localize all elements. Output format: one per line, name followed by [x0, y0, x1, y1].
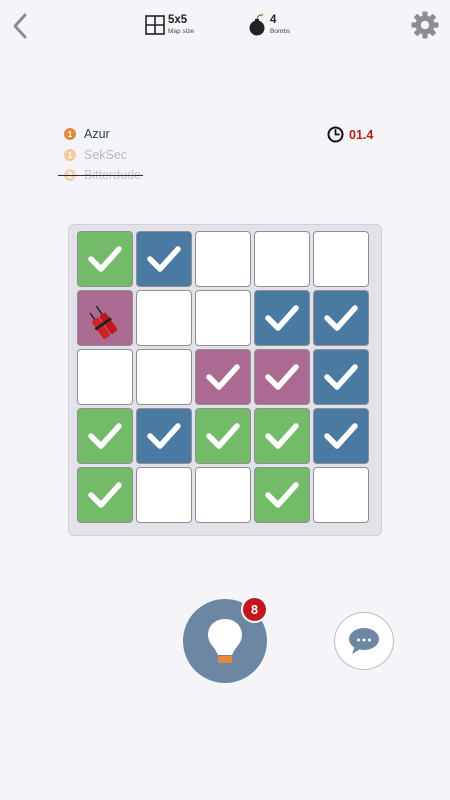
checkmark-icon [206, 423, 240, 449]
board-cell-empty[interactable] [136, 349, 192, 405]
bombs-info: 4 Bombs [249, 13, 290, 37]
checkmark-icon [88, 423, 122, 449]
settings-button[interactable] [410, 10, 440, 40]
dynamite-icon [89, 305, 118, 339]
checkmark-icon [324, 423, 358, 449]
board-cell-green[interactable] [77, 408, 133, 464]
board-cell-blue[interactable] [313, 349, 369, 405]
bomb-icon [249, 13, 265, 36]
board-cell-green[interactable] [254, 467, 310, 523]
board-cell-purple[interactable] [195, 349, 251, 405]
timer-value: 01.4 [349, 127, 374, 142]
board-cell-empty[interactable] [195, 290, 251, 346]
chevron-left-icon [13, 13, 27, 39]
checkmark-icon [265, 423, 299, 449]
board-cell-empty[interactable] [313, 231, 369, 287]
game-board [68, 224, 382, 536]
board-cell-green[interactable] [77, 231, 133, 287]
chat-bubble-icon [349, 628, 379, 654]
checkmark-icon [147, 423, 181, 449]
board-cell-blue[interactable] [136, 231, 192, 287]
player-row: 1 Azur [64, 127, 110, 141]
chat-button[interactable] [334, 612, 394, 670]
map-size-value: 5x5 [168, 14, 188, 26]
player-name: SekSec [84, 148, 128, 162]
checkmark-icon [206, 364, 240, 390]
checkmark-icon [147, 246, 181, 272]
board-cell-green[interactable] [195, 408, 251, 464]
checkmark-icon [265, 364, 299, 390]
board-cell-purple-dynamite[interactable] [77, 290, 133, 346]
board-cell-empty[interactable] [254, 231, 310, 287]
board-cell-purple[interactable] [254, 349, 310, 405]
map-size-info: 5x5 Map size [145, 14, 195, 35]
board-cell-empty[interactable] [77, 349, 133, 405]
rank-badge: 1 [64, 128, 76, 140]
gear-icon [411, 11, 439, 39]
board-cell-blue[interactable] [313, 408, 369, 464]
board-cell-empty[interactable] [136, 290, 192, 346]
board-cell-blue[interactable] [254, 290, 310, 346]
player-row: 1 SekSec [64, 148, 127, 162]
clock-icon [327, 126, 344, 143]
checkmark-icon [265, 482, 299, 508]
checkmark-icon [88, 482, 122, 508]
board-cell-empty[interactable] [313, 467, 369, 523]
checkmark-icon [324, 364, 358, 390]
bombs-label: Bombs [270, 27, 291, 35]
checkmark-icon [88, 246, 122, 272]
grid-icon [145, 15, 165, 35]
board-cell-green[interactable] [77, 467, 133, 523]
checkmark-icon [324, 305, 358, 331]
back-button[interactable] [8, 10, 34, 42]
board-cell-blue[interactable] [136, 408, 192, 464]
board-cell-green[interactable] [254, 408, 310, 464]
elimination-strike [58, 175, 143, 177]
map-size-label: Map size [168, 27, 195, 35]
hint-count-badge: 8 [241, 596, 268, 623]
timer: 01.4 [327, 126, 373, 143]
rank-badge: 1 [64, 149, 76, 161]
player-row-eliminated: 2 Bitterdude [58, 168, 143, 182]
checkmark-icon [265, 305, 299, 331]
player-name: Azur [84, 127, 110, 141]
board-cell-empty[interactable] [136, 467, 192, 523]
board-cell-empty[interactable] [195, 231, 251, 287]
board-cell-blue[interactable] [313, 290, 369, 346]
bombs-value: 4 [270, 14, 277, 26]
board-cell-empty[interactable] [195, 467, 251, 523]
